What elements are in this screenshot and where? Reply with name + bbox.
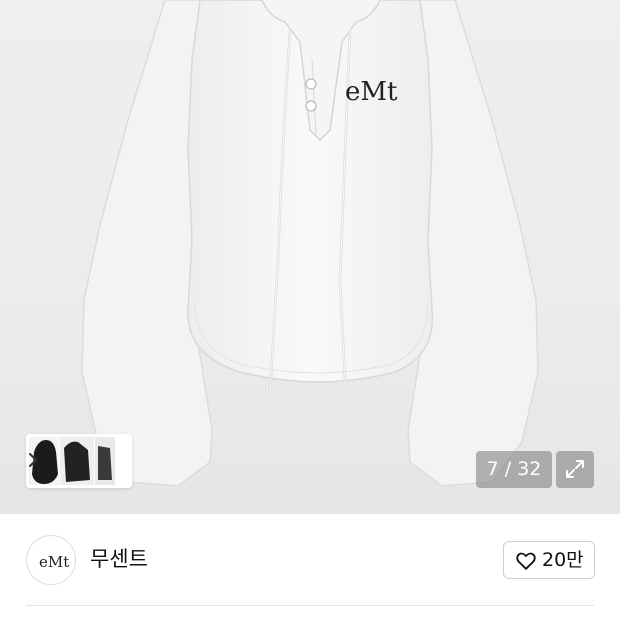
heart-outline-icon <box>516 552 536 570</box>
divider <box>26 605 594 606</box>
chevron-right-icon[interactable] <box>26 450 40 470</box>
image-counter: 7 / 32 <box>476 451 552 488</box>
seller-logo: eMt <box>39 553 69 571</box>
seller-row: eMt 무센트 20만 <box>0 514 620 606</box>
product-logo-text: eMt <box>345 77 398 107</box>
like-button[interactable]: 20만 <box>503 541 595 579</box>
seller-avatar[interactable]: eMt <box>26 535 76 585</box>
thumbnail-images <box>29 437 115 485</box>
like-count: 20만 <box>542 549 584 571</box>
expand-arrows-icon <box>566 460 584 478</box>
avatar-logo-text: eMt <box>39 553 69 571</box>
thumbnail-strip[interactable] <box>26 434 132 488</box>
seller-name[interactable]: 무센트 <box>90 544 148 574</box>
expand-button[interactable] <box>556 451 594 488</box>
product-image-gallery[interactable]: eMt 7 / 32 <box>0 0 620 514</box>
